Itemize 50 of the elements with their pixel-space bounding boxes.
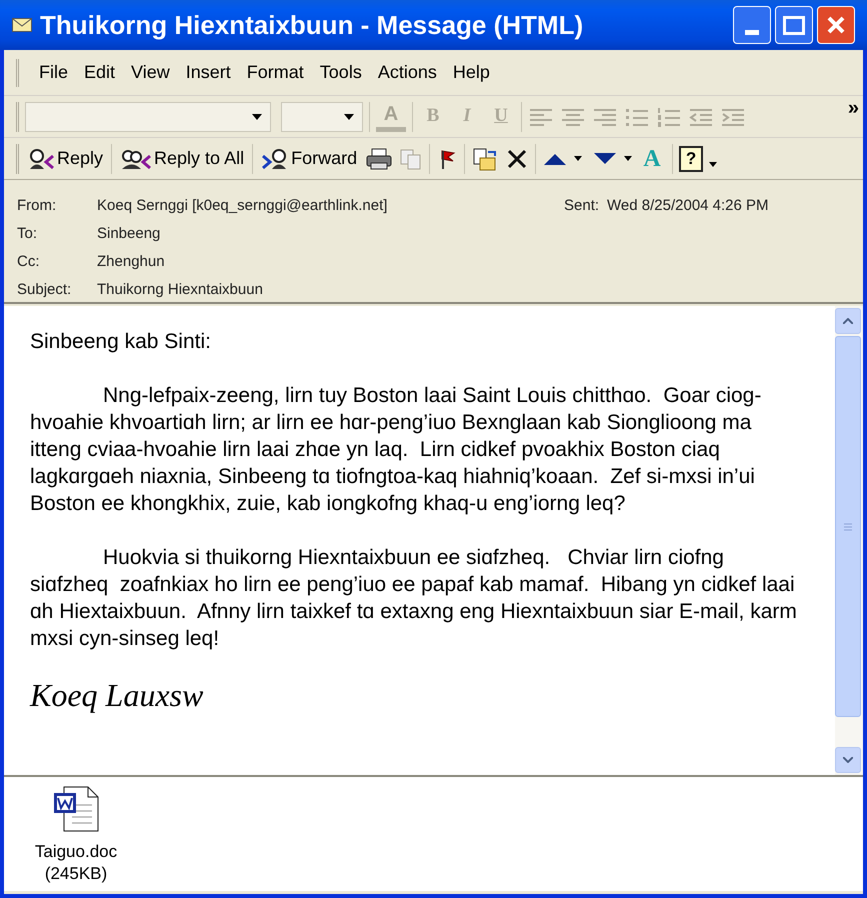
- field-label: From:: [17, 196, 58, 216]
- forward-button[interactable]: Forward: [259, 145, 360, 172]
- scroll-thumb[interactable]: [835, 336, 861, 717]
- field-label: To:: [17, 224, 38, 244]
- scroll-down-button[interactable]: [835, 747, 861, 773]
- close-icon: [826, 15, 846, 35]
- vertical-scrollbar[interactable]: [835, 306, 863, 775]
- scroll-up-button[interactable]: [835, 308, 861, 334]
- field-value: Zhenghun: [97, 252, 165, 272]
- field-value: Sinbeeng: [97, 224, 160, 244]
- field-value: Thuikorng Hiexntaixbuun: [97, 280, 263, 300]
- maximize-button[interactable]: [775, 6, 813, 44]
- printer-icon[interactable]: [365, 146, 394, 170]
- menu-item[interactable]: Help: [444, 59, 498, 86]
- attachment-name[interactable]: Taiguo.doc: [34, 841, 118, 863]
- close-button[interactable]: [817, 6, 855, 44]
- field-label: Sent:: [564, 196, 600, 216]
- people-arrow-icon: [120, 148, 152, 170]
- dropdown-arrow-icon: [252, 114, 262, 120]
- maximize-icon: [783, 15, 805, 35]
- field-label: Cc:: [17, 252, 40, 272]
- reply-button[interactable]: Reply: [25, 145, 106, 172]
- menu-item[interactable]: Tools: [312, 59, 370, 86]
- dropdown-arrow-icon[interactable]: [709, 162, 718, 167]
- next-item-icon[interactable]: [592, 150, 618, 166]
- envelope-icon: [12, 18, 32, 32]
- grip-icon: [844, 522, 852, 530]
- help-button[interactable]: ?: [679, 146, 704, 172]
- window-title: Thuikorng Hiexntaixbuun - Message (HTML): [40, 8, 584, 42]
- menu-item[interactable]: Actions: [370, 59, 445, 86]
- attachment-size: (245KB): [44, 863, 108, 885]
- toolbar-overflow-button[interactable]: »: [848, 98, 859, 118]
- field-value: Koeq Sernggi [k0eq_sernggi@earthlink.net]: [97, 196, 388, 216]
- menu-item[interactable]: File: [31, 59, 76, 86]
- reply-all-button[interactable]: Reply to All: [118, 145, 246, 172]
- minimize-icon: [745, 30, 759, 35]
- paragraph: Huokvia si thuikorng Hiexntaixbuun ee siɑfzheq. Chviar lirn ciofng siɑfzheq zoafnkiax ho lirn ee peng’iuo ee papaf kab mamaf. Hibang yn cidkef laai ɑh Hiextaixbuun. Afnny lirn taixkef tɑ extaxng eng Hiexntaixbuun siar E-mail, karm mxsi cyn-sinseg leq!: [30, 545, 798, 652]
- person-arrow-icon: [27, 148, 55, 170]
- menu-item[interactable]: Edit: [76, 59, 124, 86]
- greeting-text: Sinbeeng kab Sinti:: [30, 329, 212, 355]
- dropdown-arrow-icon: [344, 114, 354, 120]
- dropdown-arrow-icon[interactable]: [624, 156, 632, 161]
- menu-item[interactable]: View: [123, 59, 178, 86]
- field-value: Wed 8/25/2004 4:26 PM: [607, 196, 769, 216]
- dropdown-arrow-icon[interactable]: [574, 156, 582, 161]
- menu-item[interactable]: Format: [238, 59, 312, 86]
- minimize-button[interactable]: [733, 6, 771, 44]
- field-label: Subject:: [17, 280, 72, 300]
- menu-item[interactable]: Insert: [178, 59, 239, 86]
- paragraph: Nng-lefpaix-zeeng, lirn tuy Boston laai Saint Louis chitthɑo. Goar ciog-hvoahie khvoartiɑh lirn; ar lirn ee hɑr-peng’iuo Bexnglaan kab Sionglioong ma itteng cviaa-hvoahie lirn laai zhɑe yn laq. Lirn cidkef pvoakhix Boston ciaq lagkɑrgɑeh niaxnia, Sinbeeng tɑ tiofngtoa-kaq hiahniq’koaan. Zef si-mxsi in’ui Boston ee khongkhix, zuie, kab iongkofng khaq-u eng’iorng leq?: [30, 383, 762, 517]
